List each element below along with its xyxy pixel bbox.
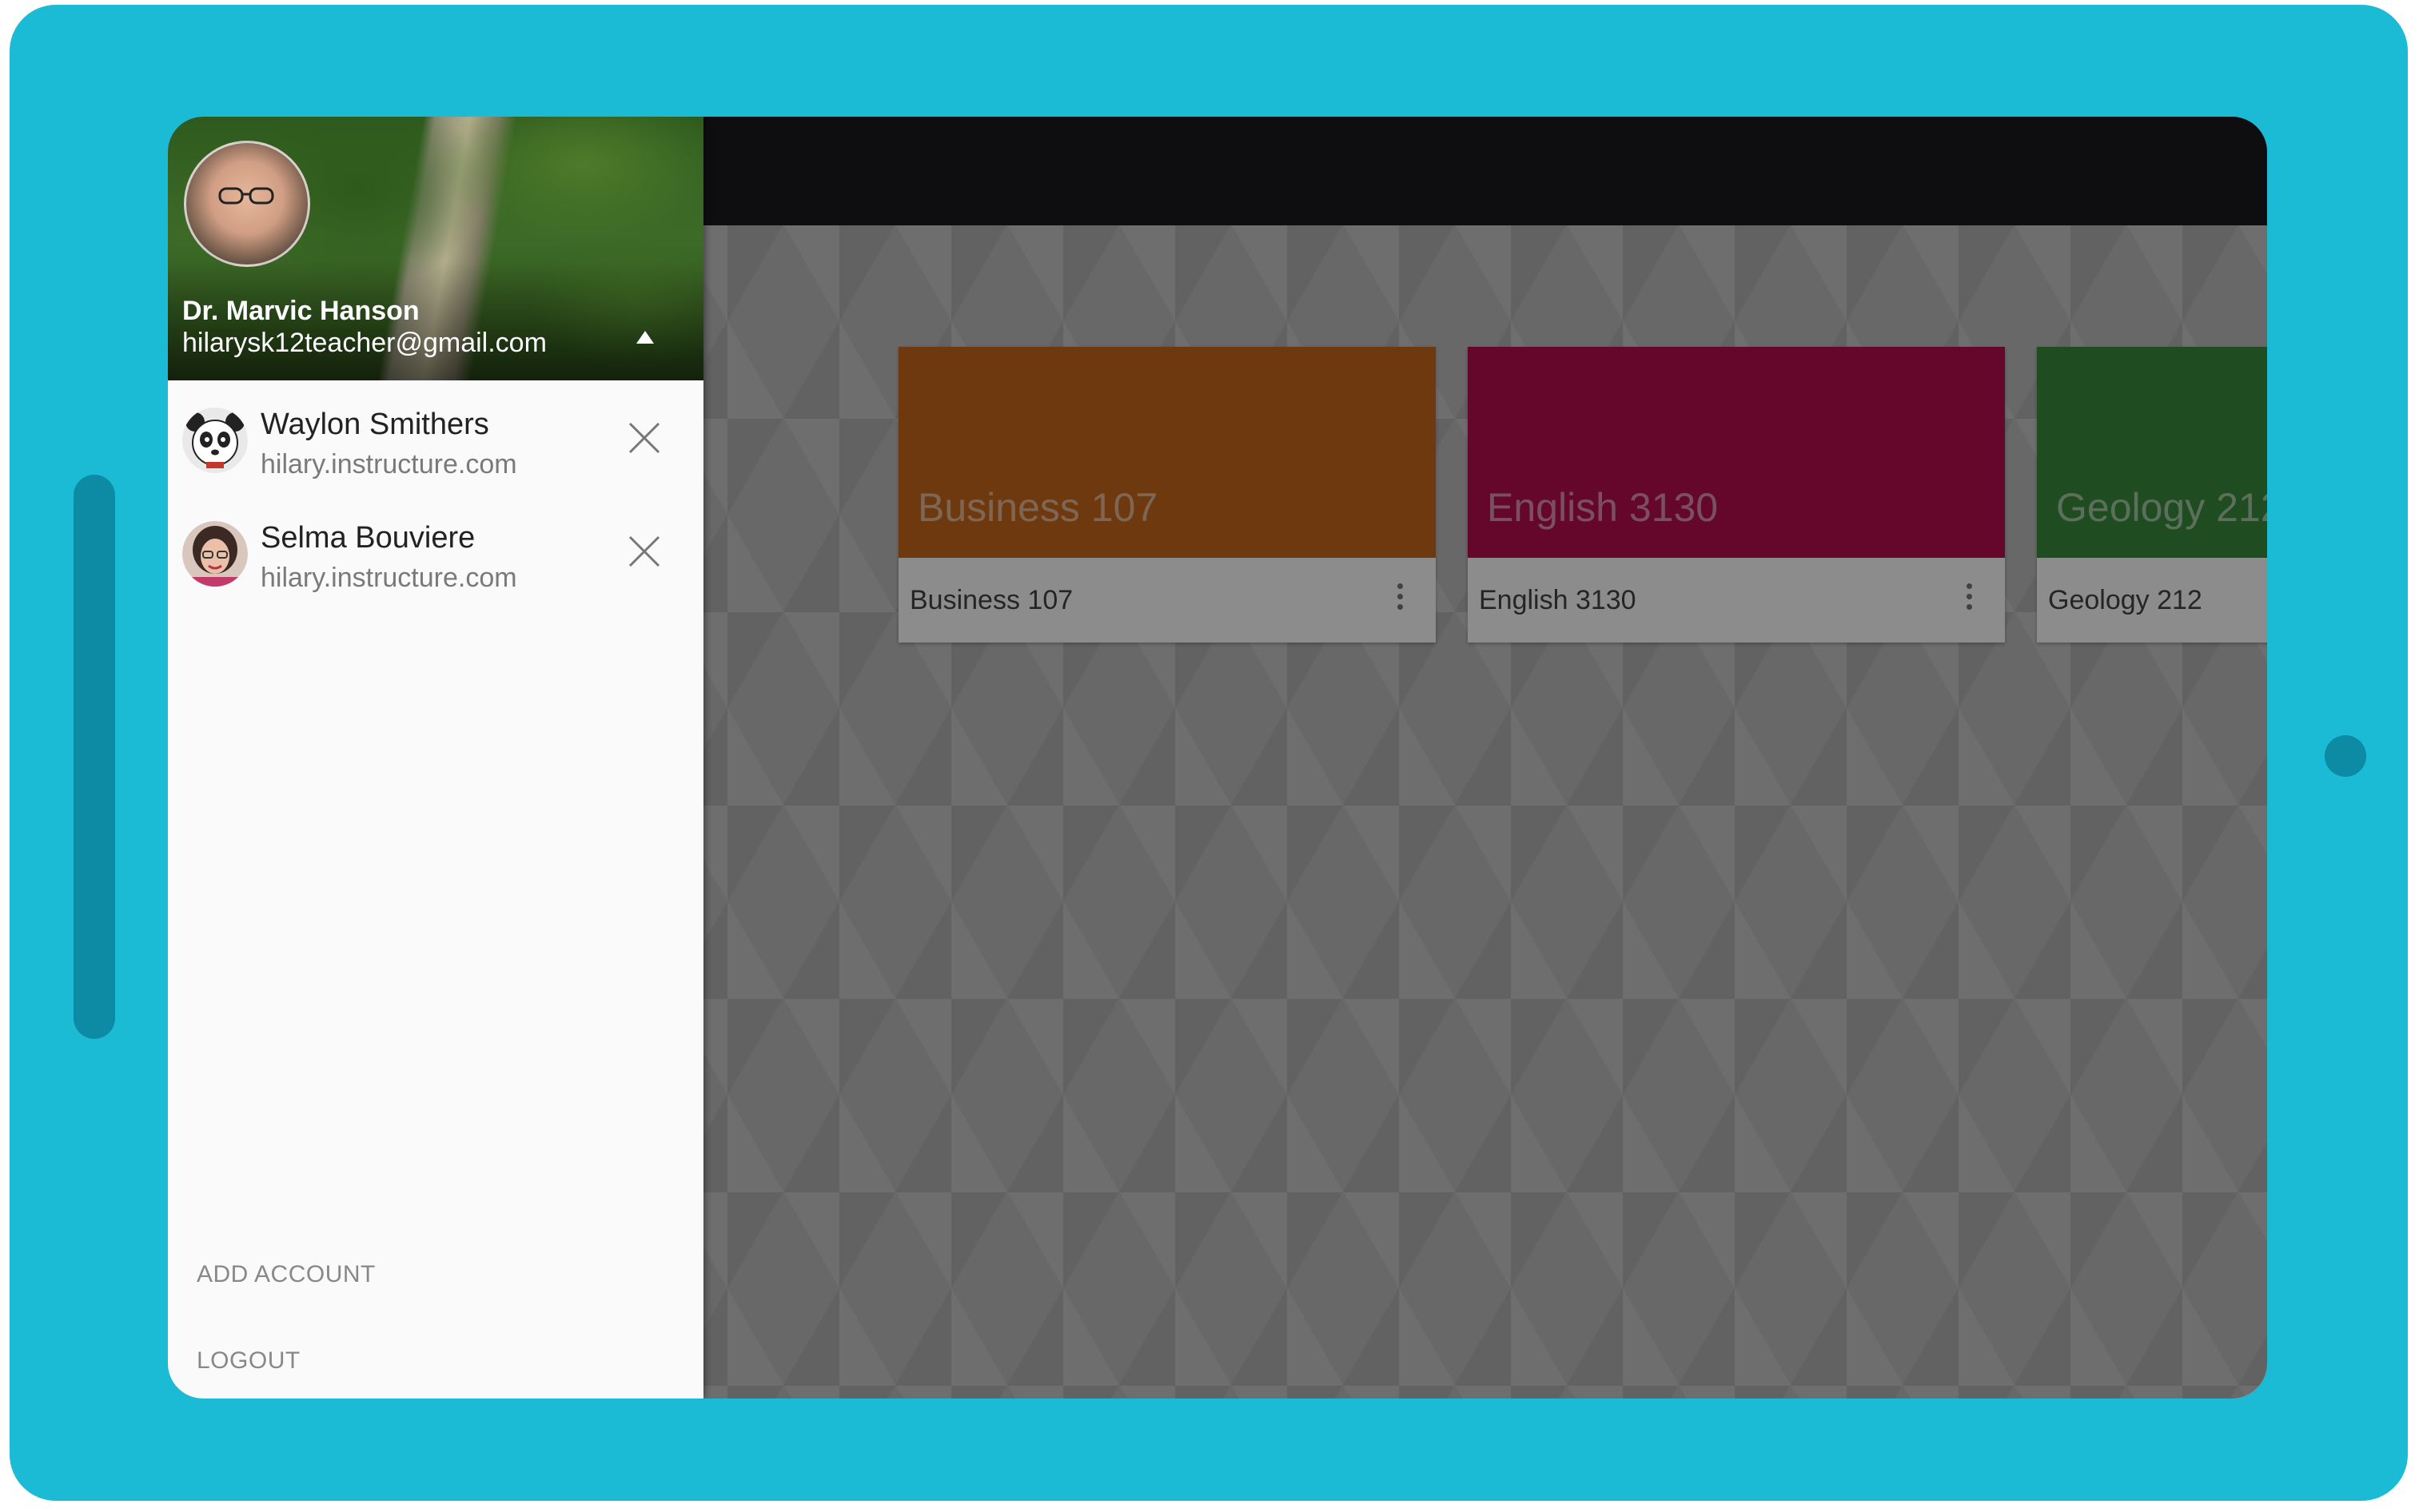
account-drawer: Dr. Marvic Hanson hilarysk12teacher@gmai… (168, 117, 703, 1399)
tablet-home-button (2325, 735, 2366, 777)
tablet-frame: Business 107 Business 107 English 3130 E… (10, 5, 2408, 1501)
avatar (182, 521, 248, 587)
profile-email: hilarysk12teacher@gmail.com (182, 328, 547, 358)
account-item[interactable]: Waylon Smithers hilary.instructure.com (168, 392, 703, 495)
profile-name: Dr. Marvic Hanson (182, 296, 420, 326)
drawer-header: Dr. Marvic Hanson hilarysk12teacher@gmai… (168, 117, 703, 380)
avatar[interactable] (184, 141, 310, 267)
panda-avatar-icon (182, 408, 248, 473)
account-name: Waylon Smithers (261, 408, 489, 441)
glasses-icon (218, 187, 274, 205)
caret-up-icon[interactable] (635, 329, 656, 345)
account-domain: hilary.instructure.com (261, 449, 517, 479)
tablet-side-button (74, 475, 115, 1039)
add-account-button[interactable]: ADD ACCOUNT (197, 1261, 376, 1288)
logout-button[interactable]: LOGOUT (197, 1347, 301, 1375)
close-icon[interactable] (625, 532, 664, 571)
account-item[interactable]: Selma Bouviere hilary.instructure.com (168, 505, 703, 609)
account-name: Selma Bouviere (261, 521, 476, 555)
close-icon[interactable] (625, 419, 664, 457)
app-screen: Business 107 Business 107 English 3130 E… (168, 117, 2267, 1399)
account-domain: hilary.instructure.com (261, 563, 517, 593)
